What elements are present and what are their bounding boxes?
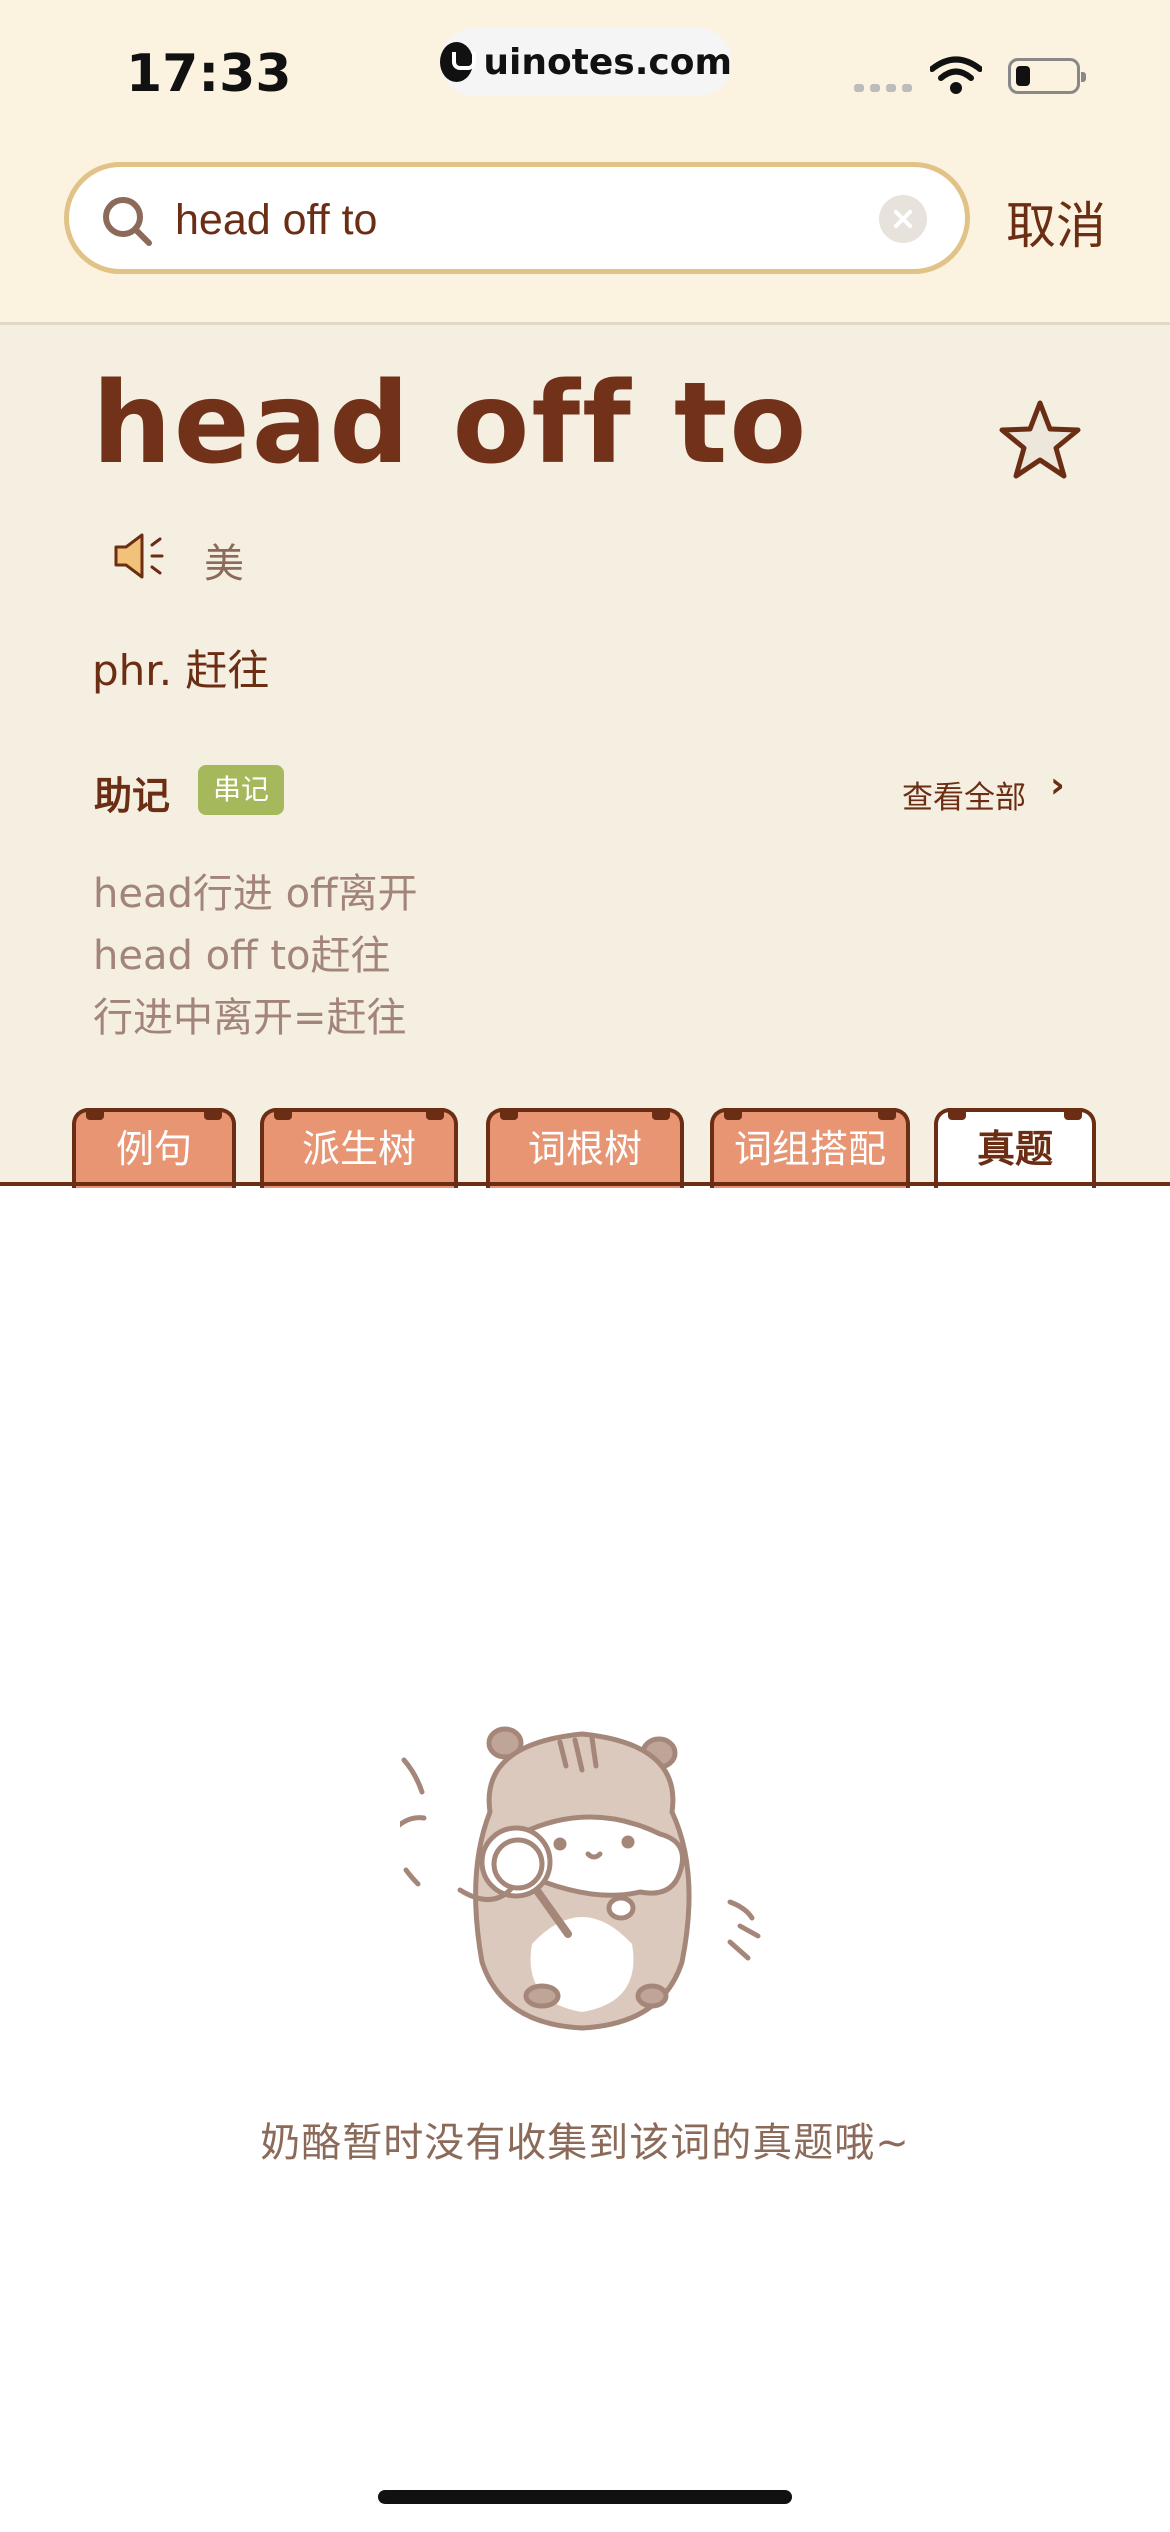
tab-phrases[interactable]: 词组搭配 [710, 1108, 910, 1188]
cellular-signal-icon [854, 84, 912, 92]
clear-icon[interactable] [879, 195, 927, 243]
search-input[interactable] [173, 191, 817, 249]
home-indicator[interactable] [378, 2490, 792, 2504]
tab-example-sentences[interactable]: 例句 [72, 1108, 236, 1188]
tab-exam-questions[interactable]: 真题 [934, 1108, 1096, 1188]
search-bar[interactable] [64, 162, 970, 274]
url-pill[interactable]: uinotes.com [440, 28, 732, 96]
status-bar: 17:33 uinotes.com [0, 0, 1170, 140]
battery-icon [1008, 58, 1086, 94]
mnemonic-badge: 串记 [198, 765, 284, 815]
tab-root-tree[interactable]: 词根树 [486, 1108, 684, 1188]
tab-derivative-tree[interactable]: 派生树 [260, 1108, 458, 1188]
empty-state-message: 奶酪暂时没有收集到该词的真题哦~ [260, 2120, 910, 2166]
speaker-icon[interactable] [112, 531, 172, 581]
favorite-star-icon[interactable] [996, 397, 1084, 485]
view-all-link[interactable]: 查看全部 [902, 772, 1026, 817]
site-logo-icon [440, 42, 477, 82]
mnemonic-line: head off to赶往 [93, 933, 391, 979]
url-text: uinotes.com [483, 41, 732, 83]
hamster-magnifier-illustration [400, 1726, 761, 2031]
mnemonic-line: 行进中离开=赶往 [93, 995, 407, 1041]
tab-divider [0, 1182, 1170, 1186]
status-time: 17:33 [126, 44, 292, 104]
definition: phr. 赶往 [92, 646, 270, 695]
search-icon [103, 197, 152, 246]
tab-bar: 例句 派生树 词根树 词组搭配 真题 [0, 1108, 1170, 1188]
mnemonic-lines: head行进 off离开 head off to赶往 行进中离开=赶往 [93, 863, 418, 1049]
headword: head off to [92, 359, 809, 489]
accent-label: 美 [204, 541, 244, 587]
chevron-right-icon[interactable]: › [1050, 765, 1065, 806]
cancel-button[interactable]: 取消 [1006, 186, 1106, 258]
mnemonic-title: 助记 [94, 774, 171, 818]
word-card: head off to 美 phr. 赶往 助记 串记 查看全部 › head行… [0, 322, 1170, 1184]
wifi-icon [930, 56, 982, 94]
mnemonic-line: head行进 off离开 [93, 871, 418, 917]
